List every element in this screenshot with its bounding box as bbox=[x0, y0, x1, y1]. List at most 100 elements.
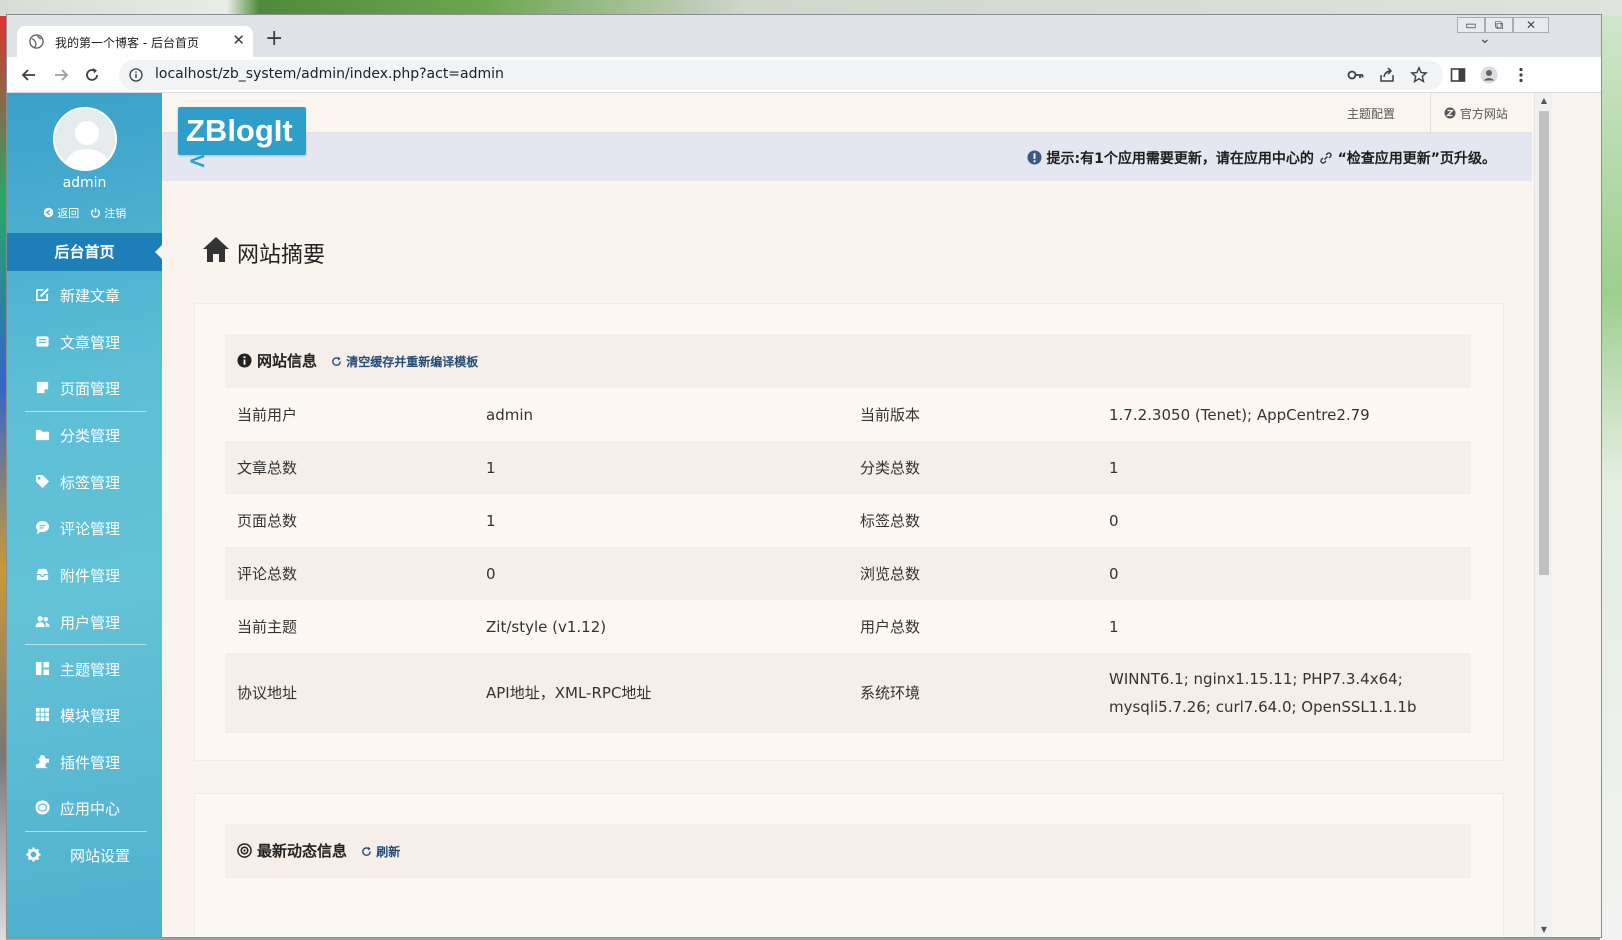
more-menu-icon[interactable] bbox=[1512, 66, 1530, 84]
share-icon[interactable] bbox=[1378, 66, 1396, 84]
sidebar-item-label: 新建文章 bbox=[60, 287, 121, 305]
minimize-button[interactable]: ▭ bbox=[1457, 17, 1485, 33]
zblogit-logo[interactable]: ZBlogIt bbox=[178, 107, 306, 155]
sidebar-item-pages[interactable]: 页面管理 bbox=[7, 366, 162, 410]
tag-icon bbox=[35, 474, 50, 489]
collapse-sidebar-button[interactable]: < bbox=[188, 151, 206, 173]
sidebar-item-themes[interactable]: 主题管理 bbox=[7, 647, 162, 691]
alert-icon bbox=[1027, 150, 1042, 165]
table-row: 页面总数 1 标签总数 0 bbox=[225, 494, 1471, 547]
reload-icon[interactable] bbox=[82, 65, 102, 85]
notice-bar: 提示:有1个应用需要更新，请在应用中心的 “检查应用更新”页升级。 bbox=[162, 133, 1532, 181]
avatar[interactable] bbox=[53, 107, 117, 171]
side-panel-icon[interactable] bbox=[1449, 66, 1467, 84]
address-bar[interactable]: localhost/zb_system/admin/index.php?act=… bbox=[119, 60, 1443, 90]
page-scrollbar[interactable]: ▲ ▼ bbox=[1534, 93, 1552, 937]
xml-rpc-link[interactable]: XML-RPC地址 bbox=[555, 684, 652, 702]
info-value: WINNT6.1; nginx1.15.11; PHP7.3.4x64; mys… bbox=[1097, 653, 1471, 733]
chevron-down-icon[interactable]: ⌄ bbox=[1479, 31, 1491, 47]
tab-close-icon[interactable]: ✕ bbox=[232, 31, 245, 49]
official-site-label: 官方网站 bbox=[1459, 107, 1508, 121]
gear-icon bbox=[26, 847, 41, 862]
forward-arrow-icon[interactable] bbox=[51, 65, 71, 85]
logout-label: 注销 bbox=[104, 207, 127, 220]
sidebar-item-new-article[interactable]: 新建文章 bbox=[7, 273, 162, 317]
info-key: 当前用户 bbox=[237, 406, 298, 424]
sidebar-item-plugins[interactable]: 插件管理 bbox=[7, 740, 162, 784]
close-window-button[interactable]: ✕ bbox=[1513, 17, 1549, 33]
info-key: 评论总数 bbox=[225, 547, 474, 600]
info-key: 浏览总数 bbox=[848, 547, 1097, 600]
info-key: 文章总数 bbox=[225, 441, 474, 494]
site-info-panel: 网站信息 清空缓存并重新编译模板 当前用户 admin 当前版本 1.7.2.3… bbox=[194, 303, 1504, 761]
refresh-icon bbox=[362, 846, 371, 856]
info-key: 用户总数 bbox=[860, 618, 921, 636]
scroll-down-icon[interactable]: ▼ bbox=[1539, 925, 1549, 934]
info-value: 1 bbox=[1097, 441, 1471, 494]
key-icon[interactable] bbox=[1347, 66, 1365, 84]
info-value: 0 bbox=[1109, 511, 1119, 530]
new-tab-button[interactable]: + bbox=[265, 28, 283, 50]
sidebar-item-home[interactable]: 后台首页 bbox=[7, 233, 163, 271]
site-info-header: 网站信息 清空缓存并重新编译模板 bbox=[225, 334, 1471, 388]
refresh-icon bbox=[332, 356, 341, 366]
sidebar-item-label: 模块管理 bbox=[60, 707, 121, 725]
sidebar-item-tags[interactable]: 标签管理 bbox=[7, 460, 162, 504]
theme-config-link[interactable]: 主题配置 bbox=[1347, 105, 1395, 122]
logout-link[interactable]: 注销 bbox=[90, 207, 127, 220]
sidebar-item-attachments[interactable]: 附件管理 bbox=[7, 553, 162, 597]
sidebar-item-label: 分类管理 bbox=[60, 427, 121, 445]
sidebar-username[interactable]: admin bbox=[7, 175, 162, 191]
sidebar-item-label: 后台首页 bbox=[54, 243, 115, 261]
info-key: 协议地址 bbox=[225, 653, 474, 733]
sidebar-item-label: 文章管理 bbox=[60, 334, 121, 352]
refresh-link[interactable]: 刷新 bbox=[361, 843, 400, 860]
sidebar-item-app-center[interactable]: 应用中心 bbox=[7, 786, 162, 830]
info-value: Zit/style (v1.12) bbox=[486, 617, 607, 636]
check-updates-link[interactable]: “检查应用更新” bbox=[1338, 151, 1440, 167]
folder-icon bbox=[35, 429, 50, 441]
back-arrow-icon[interactable] bbox=[19, 65, 39, 85]
browser-tab[interactable]: 我的第一个博客 - 后台首页 ✕ bbox=[17, 26, 253, 57]
scrollbar-thumb[interactable] bbox=[1539, 111, 1549, 575]
sidebar-item-label: 应用中心 bbox=[60, 800, 121, 818]
info-key: 当前主题 bbox=[237, 618, 298, 636]
info-key: 标签总数 bbox=[860, 512, 921, 530]
menu-divider bbox=[25, 644, 147, 645]
sidebar-item-categories[interactable]: 分类管理 bbox=[7, 413, 162, 457]
return-icon bbox=[43, 207, 54, 218]
edit-icon bbox=[36, 288, 49, 301]
info-value: 0 bbox=[1097, 547, 1471, 600]
return-link[interactable]: 返回 bbox=[43, 207, 83, 220]
sidebar-item-comments[interactable]: 评论管理 bbox=[7, 506, 162, 550]
sidebar-item-label: 标签管理 bbox=[60, 474, 121, 492]
sidebar-item-articles[interactable]: 文章管理 bbox=[7, 320, 162, 364]
admin-sidebar: admin 返回 注销 后台首页 新建文章 文章管理 页面管理 分类管理 标签管… bbox=[7, 93, 163, 937]
info-value: 1 bbox=[486, 511, 496, 530]
official-site-link[interactable]: 官方网站 bbox=[1444, 105, 1508, 122]
info-value: 1.7.2.3050 (Tenet); AppCentre2.79 bbox=[1109, 405, 1370, 424]
star-icon[interactable] bbox=[1410, 66, 1428, 84]
clear-cache-link[interactable]: 清空缓存并重新编译模板 bbox=[331, 353, 478, 370]
scroll-up-icon[interactable]: ▲ bbox=[1539, 96, 1549, 105]
table-row: 文章总数 1 分类总数 1 bbox=[225, 441, 1471, 494]
profile-icon[interactable] bbox=[1480, 66, 1498, 84]
info-icon[interactable] bbox=[129, 68, 143, 82]
latest-news-header: 最新动态信息 刷新 bbox=[225, 824, 1471, 878]
link-separator: ， bbox=[539, 684, 555, 702]
restore-button[interactable]: ⧉ bbox=[1485, 17, 1513, 33]
menu-divider bbox=[25, 831, 147, 832]
info-icon bbox=[237, 353, 252, 368]
url-text[interactable]: localhost/zb_system/admin/index.php?act=… bbox=[155, 66, 504, 82]
header-divider bbox=[1430, 93, 1431, 133]
api-link[interactable]: API地址 bbox=[486, 684, 540, 702]
latest-news-title: 最新动态信息 bbox=[257, 842, 348, 860]
info-key: 页面总数 bbox=[237, 512, 298, 530]
sidebar-item-settings[interactable]: 网站设置 bbox=[7, 833, 162, 877]
page-icon bbox=[36, 381, 49, 394]
sidebar-item-modules[interactable]: 模块管理 bbox=[7, 693, 162, 737]
desktop-background-right bbox=[1600, 16, 1622, 940]
clear-cache-label: 清空缓存并重新编译模板 bbox=[346, 355, 479, 369]
article-icon bbox=[36, 336, 49, 347]
sidebar-item-users[interactable]: 用户管理 bbox=[7, 600, 162, 644]
